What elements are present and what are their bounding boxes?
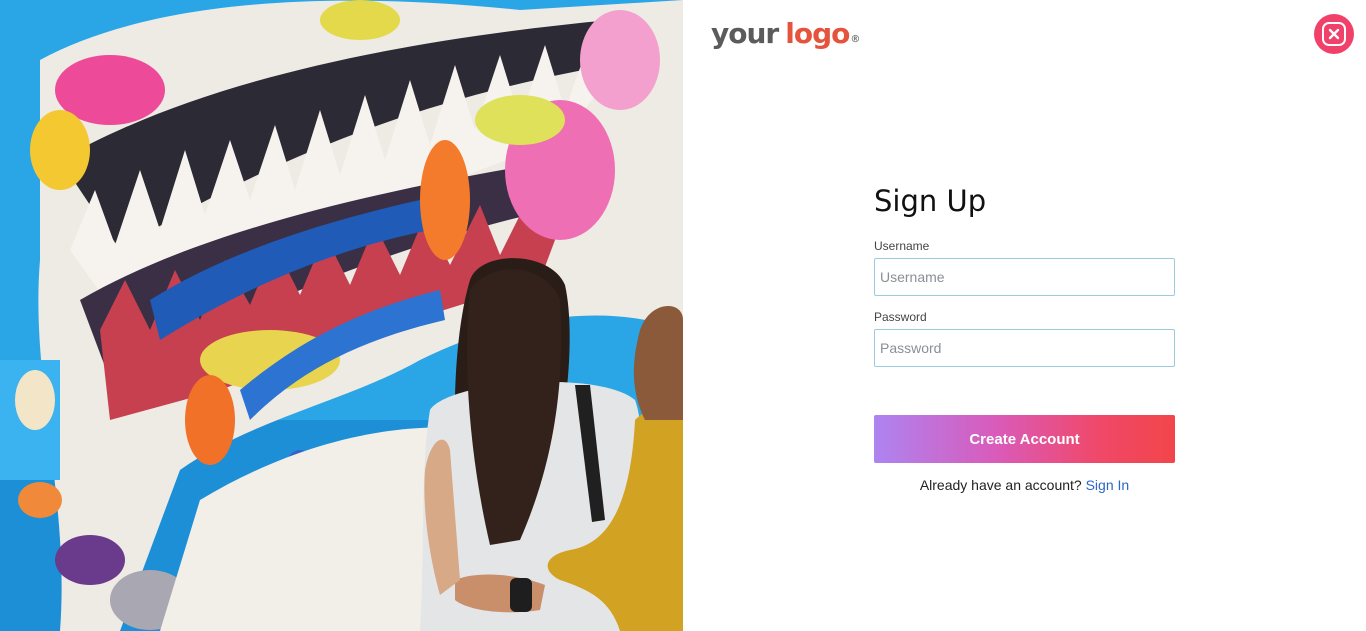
signin-prompt: Already have an account? Sign In	[874, 477, 1175, 493]
create-account-button[interactable]: Create Account	[874, 415, 1175, 463]
sign-in-link[interactable]: Sign In	[1086, 477, 1130, 493]
signup-page: yourlogo® Sign Up Username Password Crea…	[0, 0, 1366, 631]
close-button[interactable]	[1314, 14, 1354, 54]
password-label: Password	[874, 310, 927, 324]
logo-registered-mark: ®	[850, 34, 861, 45]
have-account-text: Already have an account?	[919, 477, 1082, 493]
close-icon	[1322, 22, 1346, 46]
logo-word-your: your	[711, 17, 779, 50]
username-input[interactable]	[874, 258, 1175, 296]
brand-logo: your logo®	[711, 14, 860, 54]
signup-form: Sign Up Username Password Create Account…	[874, 180, 1175, 493]
logo-word-logo: logo	[785, 17, 850, 50]
username-label: Username	[874, 239, 930, 253]
page-title: Sign Up	[874, 184, 987, 218]
hero-image	[0, 0, 683, 631]
password-input[interactable]	[874, 329, 1175, 367]
